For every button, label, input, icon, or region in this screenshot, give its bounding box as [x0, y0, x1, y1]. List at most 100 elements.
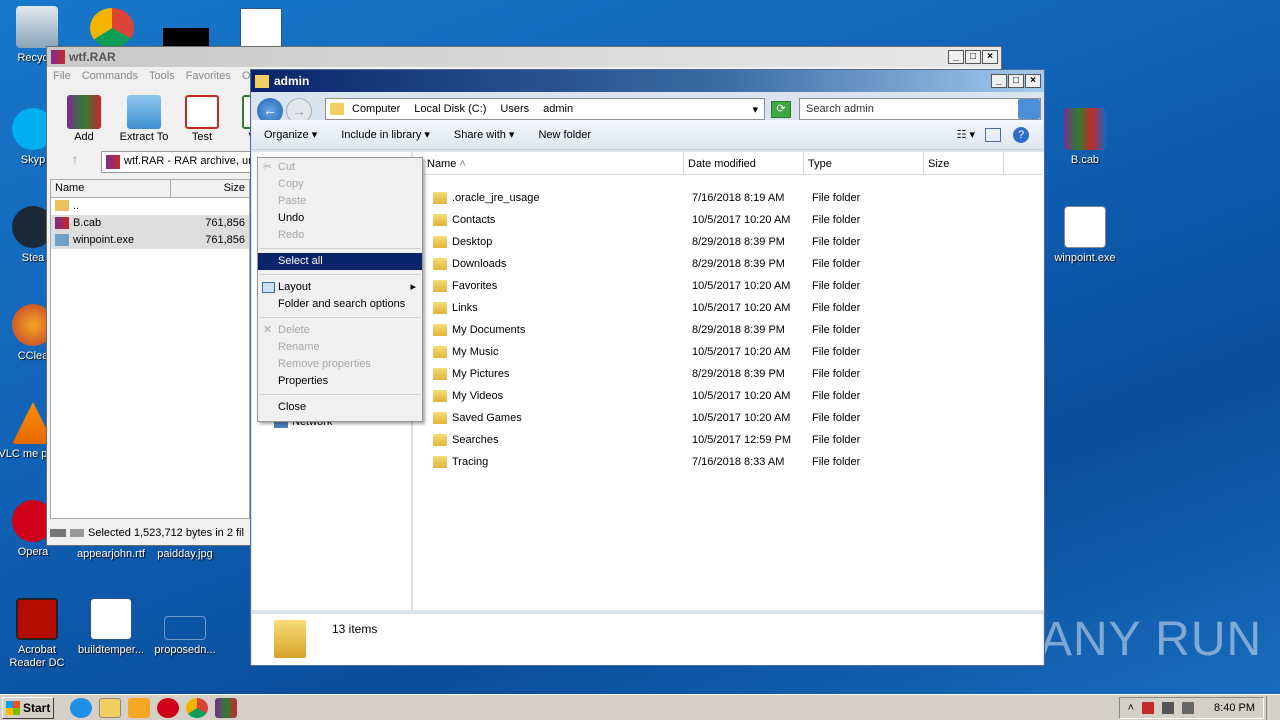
list-item[interactable]: Saved Games 10/5/2017 10:20 AM File folder — [423, 407, 983, 429]
preview-pane-icon[interactable] — [985, 127, 1001, 142]
menu-item-select-all[interactable]: Select all — [258, 253, 422, 270]
help-icon[interactable]: ? — [1013, 126, 1029, 143]
rar-app-icon — [51, 50, 65, 64]
menu-item-undo[interactable]: Undo — [258, 210, 422, 227]
network-tray-icon[interactable] — [1162, 701, 1175, 714]
menu-item-paste[interactable]: Paste — [258, 193, 422, 210]
breadcrumb-users[interactable]: Users — [500, 103, 529, 115]
add-button[interactable]: Add — [55, 95, 113, 143]
recycle-bin-icon — [16, 6, 58, 48]
list-item[interactable]: Links 10/5/2017 10:20 AM File folder — [423, 297, 983, 319]
minimize-button[interactable]: _ — [991, 74, 1007, 88]
desktop-icon-winpoint[interactable]: winpoint.exe — [1048, 206, 1122, 265]
organize-button[interactable]: Organize ▾ — [252, 128, 329, 141]
menu-item-layout[interactable]: Layout ▸ — [258, 279, 422, 296]
menu-commands[interactable]: Commands — [82, 70, 138, 82]
folder-icon — [433, 258, 447, 270]
winrar-titlebar[interactable]: wtf.RAR _ □ × — [47, 47, 1001, 67]
list-item[interactable]: Desktop 8/29/2018 8:39 PM File folder — [423, 231, 983, 253]
extract-to-button[interactable]: Extract To — [115, 95, 173, 143]
menu-item-redo[interactable]: Redo — [258, 227, 422, 244]
view-options-icon[interactable]: ☷ ▾ — [957, 128, 975, 141]
item-name: Links — [452, 302, 478, 314]
organize-context-menu[interactable]: ✂ Cut Copy Paste Undo Redo Select all Lay… — [257, 157, 423, 422]
word-desktop-icon[interactable] — [240, 8, 282, 48]
show-desktop-button[interactable] — [1266, 695, 1280, 720]
volume-icon[interactable] — [1182, 701, 1195, 714]
col-size[interactable]: Size — [924, 152, 1004, 174]
desktop-icon-bcab[interactable]: B.cab — [1048, 108, 1122, 167]
menu-tools[interactable]: Tools — [149, 70, 175, 82]
list-item[interactable]: My Videos 10/5/2017 10:20 AM File folder — [423, 385, 983, 407]
desktop-icon-proposedn[interactable]: proposedn... — [148, 598, 222, 657]
close-button[interactable]: × — [1025, 74, 1041, 88]
table-row[interactable]: winpoint.exe 761,856 — [51, 232, 249, 249]
menu-favorites[interactable]: Favorites — [186, 70, 231, 82]
col-type[interactable]: Type — [804, 152, 924, 174]
rar-col-size[interactable]: Size — [171, 180, 249, 197]
maximize-button[interactable]: □ — [1008, 74, 1024, 88]
menu-item-cut[interactable]: ✂ Cut — [258, 159, 422, 176]
black-app-desktop-icon[interactable] — [163, 28, 209, 46]
list-item[interactable]: .oracle_jre_usage 7/16/2018 8:19 AM File f… — [423, 187, 983, 209]
menu-item-folder-options[interactable]: Folder and search options — [258, 296, 422, 313]
desktop-icon-paidday[interactable]: paidday.jpg — [148, 548, 222, 561]
rar-path-field[interactable]: wtf.RAR - RAR archive, un — [101, 151, 261, 173]
rar-file-list[interactable]: Name Size .. B.cab 761,856 winpoint.exe … — [50, 179, 250, 519]
list-item[interactable]: Downloads 8/29/2018 8:39 PM File folder — [423, 253, 983, 275]
table-row[interactable]: B.cab 761,856 — [51, 215, 249, 232]
menu-file[interactable]: File — [53, 70, 71, 82]
close-button[interactable]: × — [982, 50, 998, 64]
menu-item-remove-properties[interactable]: Remove properties — [258, 356, 422, 373]
desktop-icon-buildtemper[interactable]: buildtemper... — [74, 598, 148, 657]
anyrun-watermark: ANY RUN — [1040, 613, 1263, 666]
tray-expand-icon[interactable]: ˄ — [1128, 702, 1134, 714]
new-folder-button[interactable]: New folder — [526, 129, 603, 141]
explorer-taskbar-icon[interactable] — [99, 697, 121, 718]
list-item[interactable]: Searches 10/5/2017 12:59 PM File folder — [423, 429, 983, 451]
ie-taskbar-icon[interactable] — [70, 697, 92, 718]
rar-small-icon — [106, 155, 120, 169]
up-folder-button[interactable]: ↑ — [55, 151, 95, 173]
chrome-taskbar-icon[interactable] — [186, 697, 208, 718]
list-item[interactable]: Favorites 10/5/2017 10:20 AM File folder — [423, 275, 983, 297]
breadcrumb-admin[interactable]: admin — [543, 103, 573, 115]
maximize-button[interactable]: □ — [965, 50, 981, 64]
list-item[interactable]: Contacts 10/5/2017 10:20 AM File folder — [423, 209, 983, 231]
item-name: My Videos — [452, 390, 504, 402]
explorer-titlebar[interactable]: admin _ □ × — [251, 70, 1044, 92]
opera-taskbar-icon[interactable] — [157, 697, 179, 718]
col-date-modified[interactable]: Date modified — [684, 152, 804, 174]
breadcrumb-local-disk[interactable]: Local Disk (C:) — [414, 103, 486, 115]
start-button[interactable]: Start — [2, 696, 54, 719]
clock[interactable]: 8:40 PM — [1214, 702, 1255, 714]
minimize-button[interactable]: _ — [948, 50, 964, 64]
rar-col-name[interactable]: Name — [51, 180, 171, 197]
action-center-icon[interactable] — [1142, 701, 1155, 714]
chrome-desktop-icon[interactable] — [90, 8, 134, 48]
desktop-icon-acrobat[interactable]: Acrobat Reader DC — [0, 598, 74, 670]
menu-item-delete[interactable]: ✕ Delete — [258, 322, 422, 339]
menu-item-close[interactable]: Close — [258, 399, 422, 416]
list-item[interactable]: My Music 10/5/2017 10:20 AM File folder — [423, 341, 983, 363]
col-name[interactable]: Name ˄ — [423, 152, 684, 174]
breadcrumb-computer[interactable]: Computer — [352, 103, 400, 115]
list-item[interactable]: My Pictures 8/29/2018 8:39 PM File folder — [423, 363, 983, 385]
share-with-button[interactable]: Share with ▾ — [442, 128, 527, 141]
list-item[interactable]: My Documents 8/29/2018 8:39 PM File folder — [423, 319, 983, 341]
menu-item-copy[interactable]: Copy — [258, 176, 422, 193]
list-item[interactable]: Tracing 7/16/2018 8:33 AM File folder — [423, 451, 983, 473]
refresh-button[interactable]: ⟳ — [771, 101, 791, 118]
table-row[interactable]: .. — [51, 198, 249, 215]
desktop-icon-appearjohn[interactable]: appearjohn.rtf — [74, 548, 148, 561]
include-in-library-button[interactable]: Include in library ▾ — [329, 128, 442, 141]
menu-item-properties[interactable]: Properties — [258, 373, 422, 390]
chevron-down-icon[interactable]: ▾ — [752, 103, 758, 116]
menu-item-rename[interactable]: Rename — [258, 339, 422, 356]
item-type: File folder — [812, 368, 861, 380]
winrar-taskbar-icon[interactable] — [215, 697, 237, 718]
media-player-taskbar-icon[interactable] — [128, 697, 150, 718]
search-icon[interactable] — [1018, 99, 1040, 119]
address-bar[interactable]: Computer Local Disk (C:) Users admin ▾ — [325, 98, 765, 120]
search-input[interactable]: Search admin — [799, 98, 1041, 120]
